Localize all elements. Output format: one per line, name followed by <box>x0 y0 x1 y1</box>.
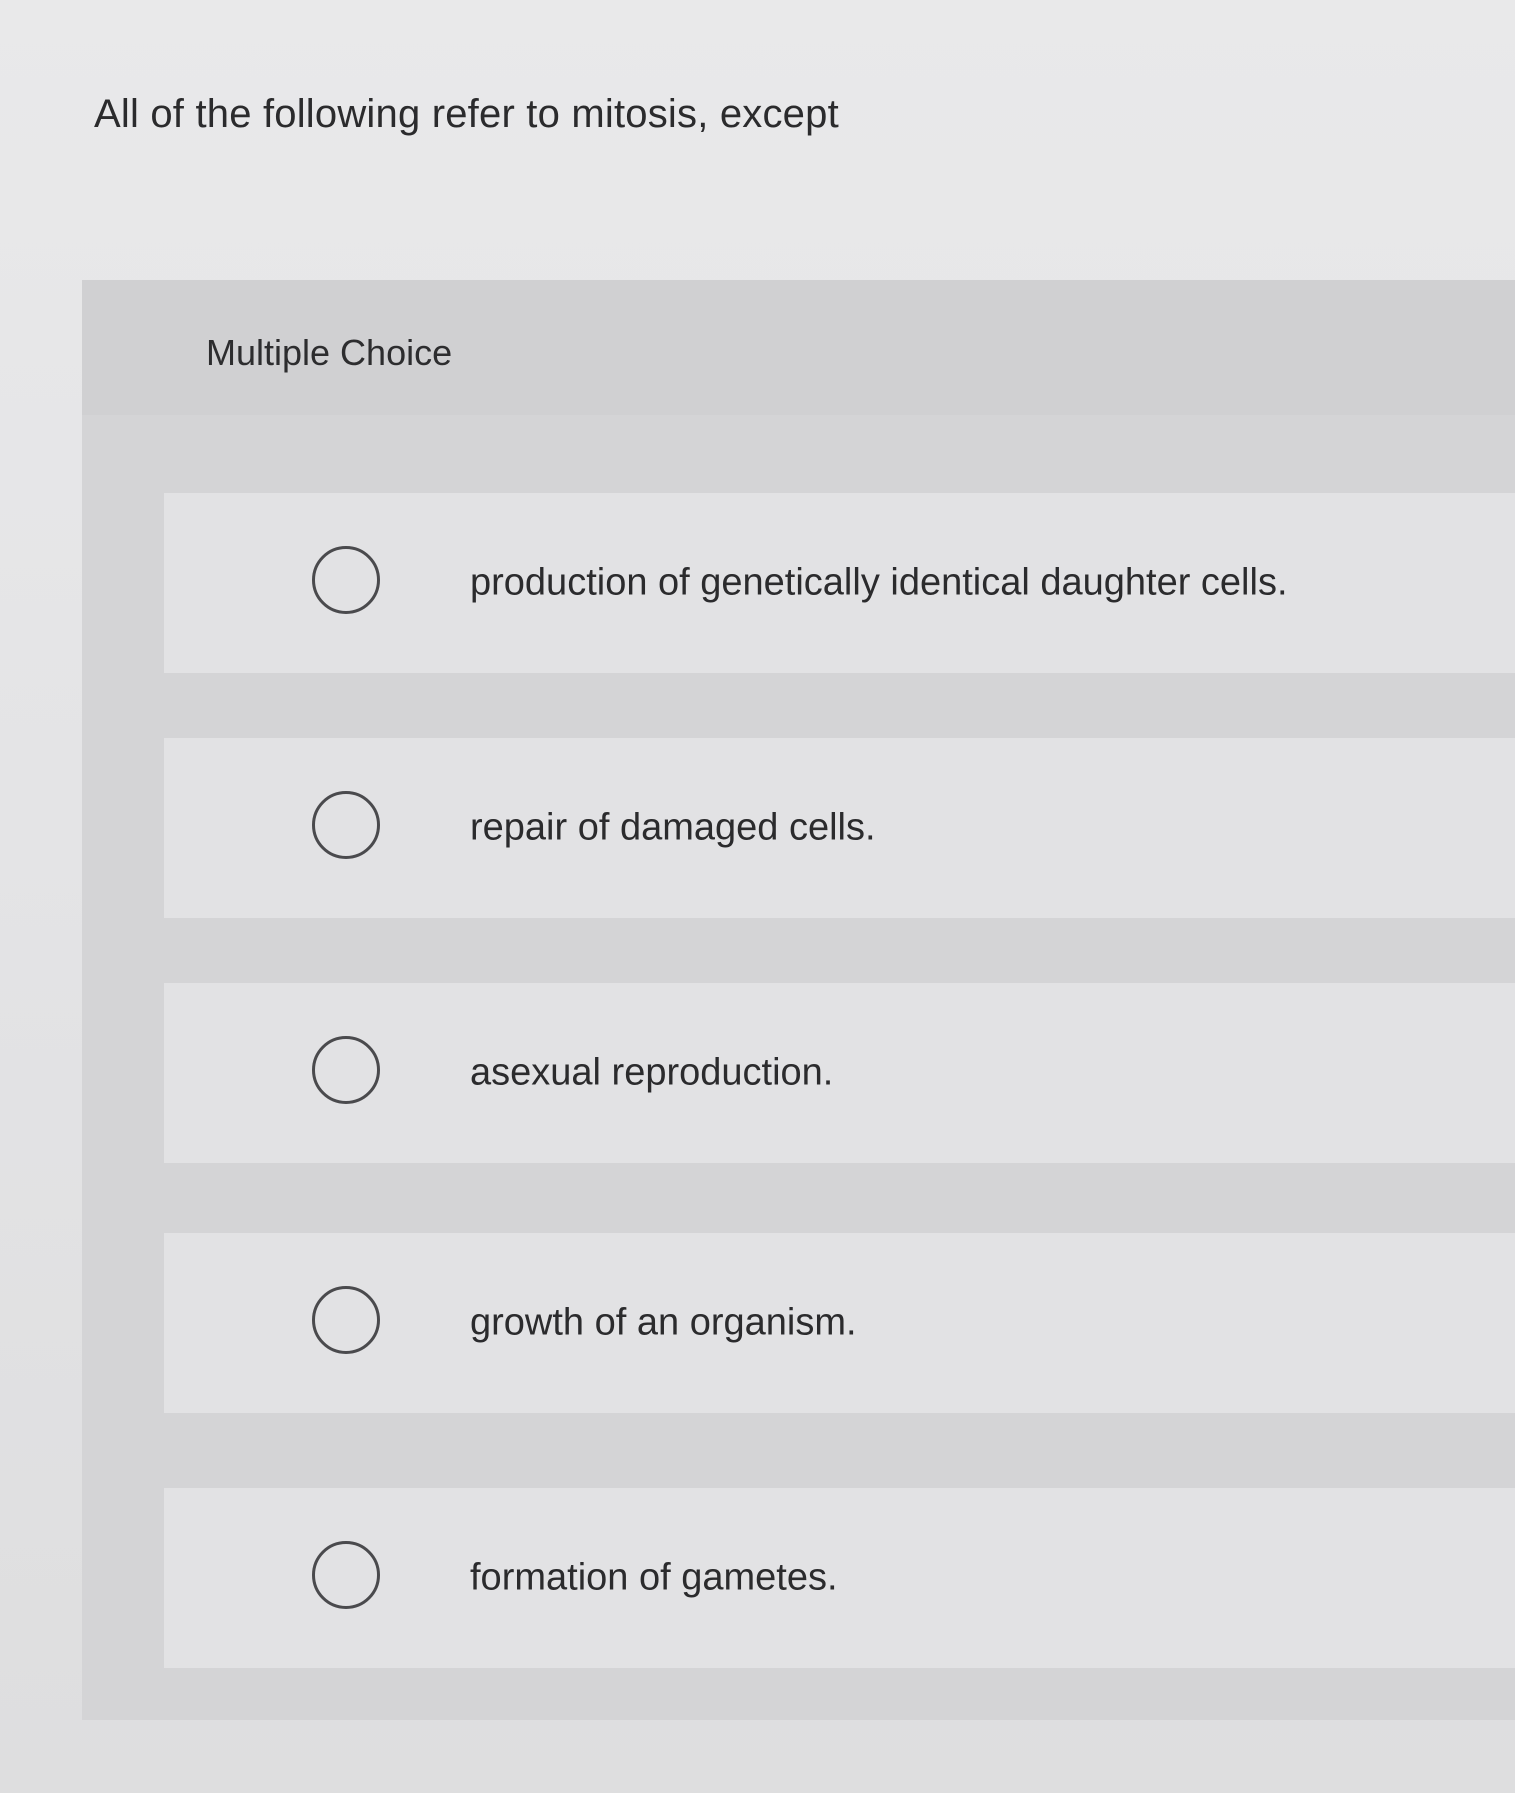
radio-unselected-icon[interactable] <box>312 1036 380 1104</box>
multiple-choice-panel: Multiple Choice production of geneticall… <box>82 280 1515 1720</box>
answer-option-label: asexual reproduction. <box>470 1051 834 1094</box>
answer-option-4[interactable]: growth of an organism. <box>164 1233 1515 1413</box>
answer-option-2[interactable]: repair of damaged cells. <box>164 738 1515 918</box>
answer-option-label: repair of damaged cells. <box>470 806 876 849</box>
radio-unselected-icon[interactable] <box>312 546 380 614</box>
question-prompt: All of the following refer to mitosis, e… <box>94 92 839 136</box>
answer-option-label: production of genetically identical daug… <box>470 561 1288 604</box>
radio-unselected-icon[interactable] <box>312 1286 380 1354</box>
multiple-choice-label: Multiple Choice <box>206 332 453 373</box>
answer-option-1[interactable]: production of genetically identical daug… <box>164 493 1515 673</box>
multiple-choice-header: Multiple Choice <box>82 280 1515 415</box>
radio-unselected-icon[interactable] <box>312 1541 380 1609</box>
answer-option-5[interactable]: formation of gametes. <box>164 1488 1515 1668</box>
radio-unselected-icon[interactable] <box>312 791 380 859</box>
answer-option-label: formation of gametes. <box>470 1556 838 1599</box>
answer-option-3[interactable]: asexual reproduction. <box>164 983 1515 1163</box>
answer-option-label: growth of an organism. <box>470 1301 857 1344</box>
